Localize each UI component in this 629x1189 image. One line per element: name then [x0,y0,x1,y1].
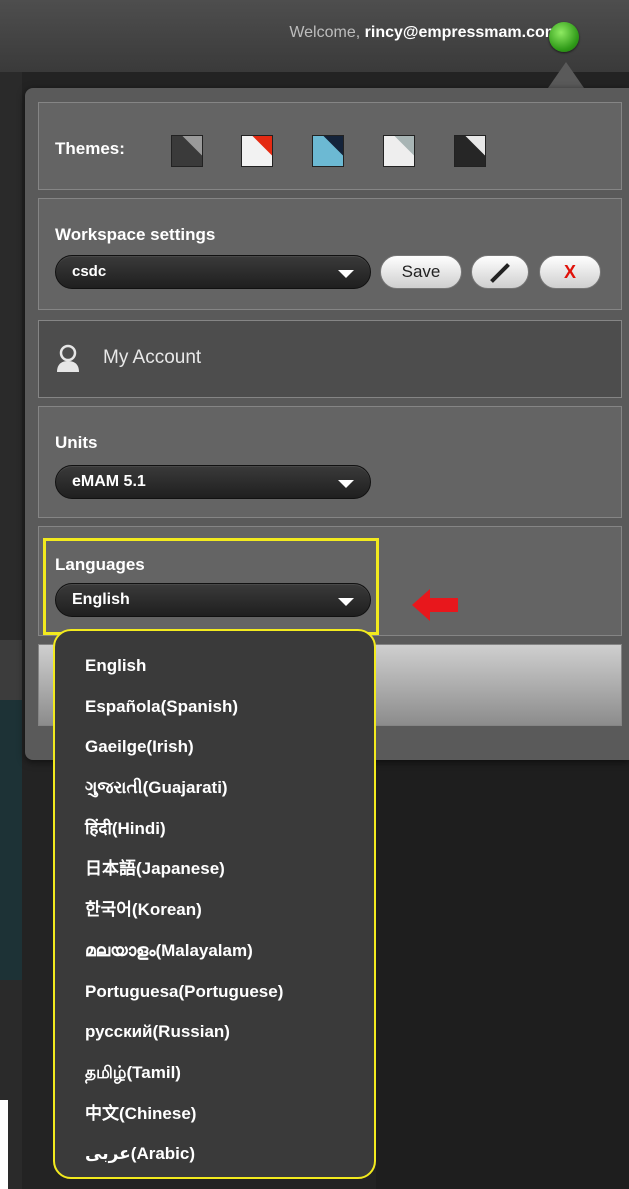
user-email[interactable]: rincy@empressmam.com [365,24,559,41]
language-option[interactable]: മലയാളം(Malayalam) [85,940,283,981]
chevron-down-icon [338,270,354,278]
themes-section: Themes: [38,102,622,190]
units-selected-value: eMAM 5.1 [72,473,146,490]
highlight-annotation-box [43,538,379,635]
language-option[interactable]: русский(Russian) [85,1021,283,1062]
workspace-label: Workspace settings [55,225,216,244]
language-option[interactable]: Española(Spanish) [85,696,283,737]
language-option[interactable]: Portuguesa(Portuguese) [85,981,283,1022]
welcome-text: Welcome, rincy@empressmam.com [289,24,559,41]
language-option[interactable]: ગુજરાતી(Guajarati) [85,777,283,818]
delete-icon: X [563,262,576,282]
red-arrow-icon [412,589,458,621]
edit-workspace-button[interactable] [471,255,529,289]
workspace-select[interactable]: csdc [55,255,371,289]
theme-swatch-red[interactable] [241,135,273,167]
pencil-icon [490,263,510,283]
my-account-label: My Account [103,347,202,368]
image-edge [0,1100,8,1189]
popup-caret [548,62,584,88]
theme-swatch-dark[interactable] [171,135,203,167]
theme-swatch-black[interactable] [454,135,486,167]
background-content-area [376,760,629,1189]
language-options-list: English Española(Spanish) Gaeilge(Irish) ગુ… [53,629,376,1179]
theme-swatch-light[interactable] [383,135,415,167]
language-option[interactable]: தமிழ்(Tamil) [85,1062,283,1103]
left-panel-edge [0,72,22,1189]
units-select[interactable]: eMAM 5.1 [55,465,371,499]
language-option[interactable]: 中文(Chinese) [85,1103,283,1144]
delete-workspace-button[interactable]: X [539,255,601,289]
language-option[interactable]: English [85,655,283,696]
background-tile [0,640,22,700]
theme-swatch-blue[interactable] [312,135,344,167]
online-status-icon[interactable] [549,22,579,52]
background-thumbnail [0,700,22,980]
language-option[interactable]: عربى(Arabic) [85,1143,283,1184]
chevron-down-icon [338,480,354,488]
top-bar: Welcome, rincy@empressmam.com [0,0,629,72]
screenshot-stage: Welcome, rincy@empressmam.com Themes: Wo… [0,0,629,1189]
themes-label: Themes: [55,139,125,158]
language-option[interactable]: 日本語(Japanese) [85,858,283,899]
language-options: English Española(Spanish) Gaeilge(Irish) ગુ… [85,655,283,1184]
workspace-selected-value: csdc [72,263,107,280]
save-workspace-button[interactable]: Save [380,255,462,289]
user-icon [57,344,79,372]
language-option[interactable]: हिंदी(Hindi) [85,818,283,859]
language-option[interactable]: 한국어(Korean) [85,899,283,940]
my-account-item[interactable]: My Account [38,320,622,398]
units-section: Units eMAM 5.1 [38,406,622,518]
units-label: Units [55,433,98,452]
workspace-section: Workspace settings csdc Save X [38,198,622,310]
language-option[interactable]: Gaeilge(Irish) [85,736,283,777]
